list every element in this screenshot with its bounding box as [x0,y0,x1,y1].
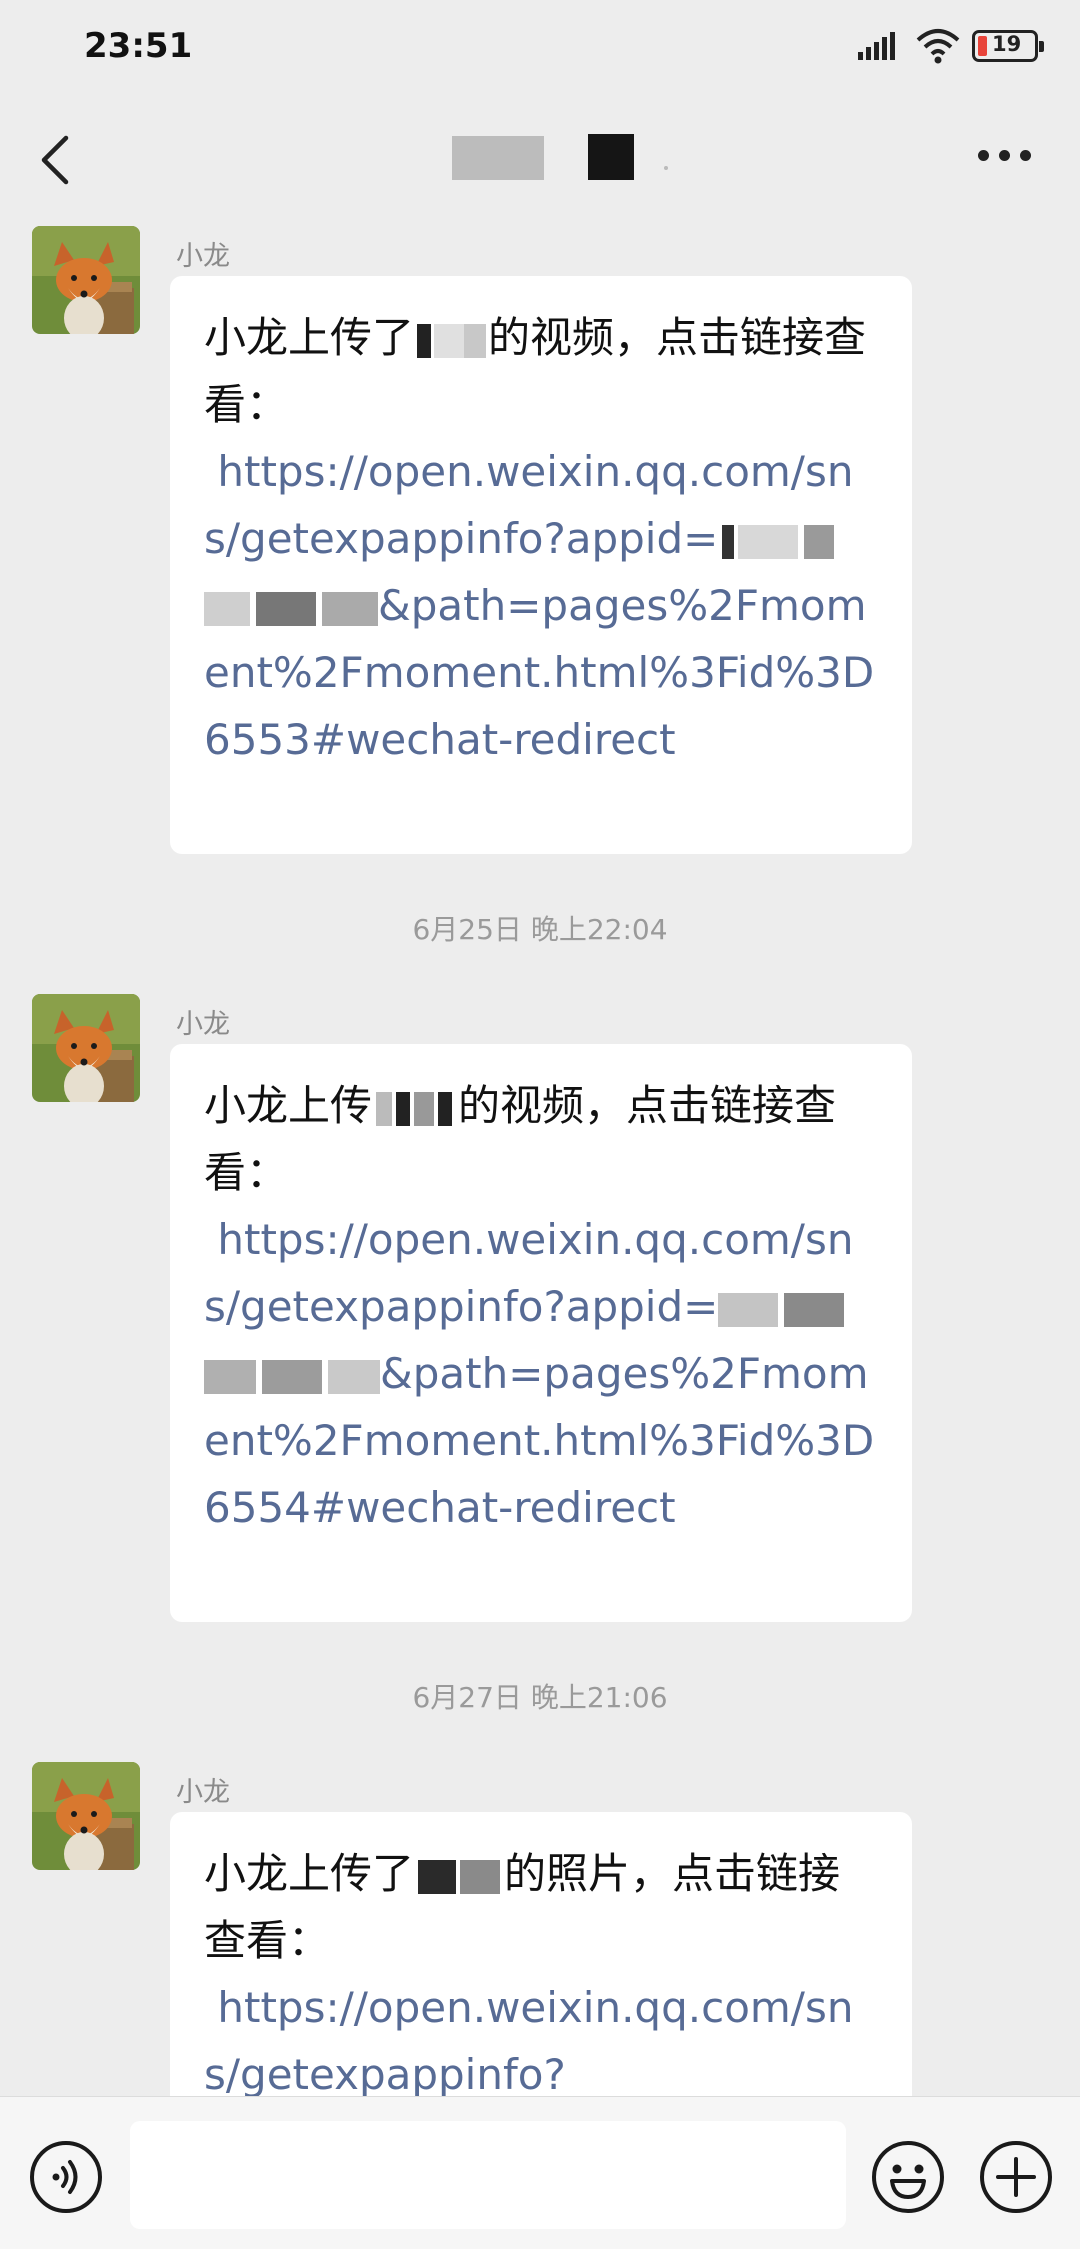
avatar[interactable] [32,226,140,334]
redacted-block [328,1359,380,1394]
message-link[interactable]: https://open.weixin.qq.com/sns/getexpapp… [204,1983,853,2099]
wifi-icon [916,29,960,64]
redacted-block [376,1091,393,1126]
redacted-block [434,323,465,358]
emoji-icon[interactable] [870,2139,946,2215]
battery-level: 19 [992,32,1022,56]
redacted-block [588,134,634,180]
message-text-prefix: 小龙上传 [204,1081,373,1130]
message-bubble[interactable]: 小龙上传 的视频，点击链接查看： https://open.weixin.qq.c… [170,1044,912,1622]
sender-name: 小龙 [176,1009,230,1040]
redacted-block [322,591,378,626]
redacted-block [438,1091,453,1126]
message-bubble[interactable]: 小龙上传了 的视频，点击链接查看： https://open.weixin.qq.… [170,276,912,854]
sender-name: 小龙 [176,1777,230,1808]
redacted-block [256,591,316,626]
redacted-block [204,591,250,626]
redacted-block [460,1859,501,1894]
input-bar [0,2096,1080,2249]
ellipsis-icon[interactable] [978,150,1032,164]
avatar[interactable] [32,1762,140,1870]
status-bar: 23:51 19 [0,0,1080,96]
signal-icon [858,32,895,60]
message-link[interactable]: https://open.weixin.qq.com/sns/getexpapp… [204,1215,874,1532]
plus-icon[interactable] [978,2139,1054,2215]
redacted-block [784,1292,845,1327]
timestamp: 6月25日 晚上22:04 [412,913,668,946]
message-link[interactable]: https://open.weixin.qq.com/sns/getexpapp… [204,447,874,764]
redacted-block [452,136,544,180]
redacted-block [396,1091,411,1126]
message-input[interactable] [130,2121,846,2229]
redacted-block [804,524,835,559]
timestamp: 6月27日 晚上21:06 [412,1681,668,1714]
redacted-block [418,1859,457,1894]
avatar[interactable] [32,994,140,1102]
nav-bar [0,96,1080,220]
redacted-block [417,323,432,358]
redacted-block [464,323,487,358]
chat-title [0,96,1080,220]
redacted-block [204,1359,256,1394]
redacted-block [718,1292,779,1327]
message-text-prefix: 小龙上传了 [204,313,415,362]
battery-icon: 19 [972,30,1044,62]
message-bubble[interactable]: 小龙上传了 的照片，点击链接查看： https://open.weixin.qq.… [170,1812,912,2112]
message-text-prefix: 小龙上传了 [204,1849,415,1898]
redacted-block [414,1091,435,1126]
status-time: 23:51 [84,26,193,66]
sender-name: 小龙 [176,241,230,272]
redacted-block [262,1359,322,1394]
redacted-block [738,524,799,559]
redacted-block [722,524,735,559]
voice-icon[interactable] [28,2139,104,2215]
